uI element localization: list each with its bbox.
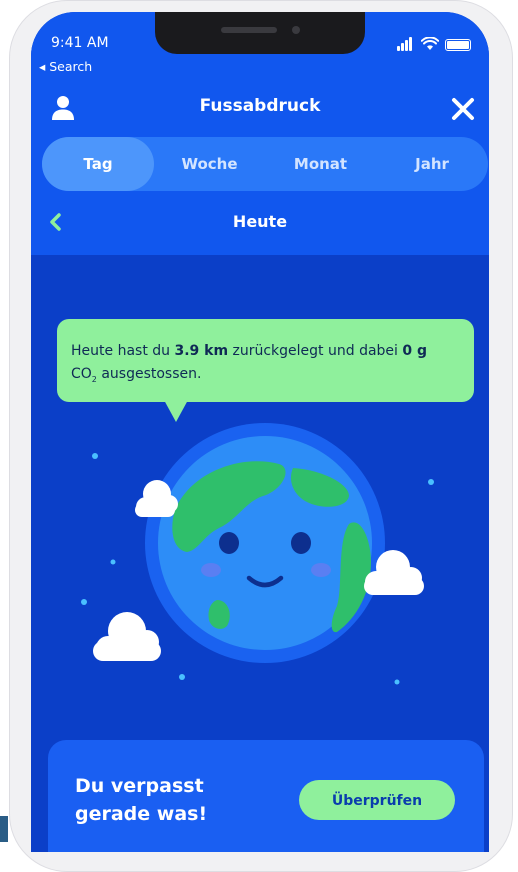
- earth-illustration: [81, 423, 434, 685]
- star-dot: [428, 479, 434, 485]
- star-dot: [179, 674, 185, 680]
- period-tabs: Tag Woche Monat Jahr: [42, 137, 488, 191]
- phone-screen: 9:41 AM ◂ Search Fussabdruck Tag Woche M…: [31, 12, 489, 852]
- cloud: [93, 612, 161, 661]
- wifi-icon: [421, 37, 439, 50]
- close-icon[interactable]: [451, 97, 475, 121]
- star-dot: [81, 599, 87, 605]
- status-icons: [387, 37, 475, 53]
- promo-card: Du verpasst gerade was! Überprüfen: [48, 740, 484, 852]
- phone-notch: [155, 12, 365, 54]
- summary-suffix: ausgestossen.: [96, 366, 202, 382]
- distance-value: 3.9 km: [174, 343, 229, 359]
- page-title: Fussabdruck: [199, 96, 321, 116]
- check-button[interactable]: Überprüfen: [299, 780, 455, 820]
- summary-prefix: Heute hast du: [71, 343, 175, 359]
- date-title: Heute: [232, 212, 288, 231]
- tab-jahr[interactable]: Jahr: [376, 137, 488, 191]
- tab-tag[interactable]: Tag: [42, 137, 154, 191]
- earth-eye: [219, 532, 239, 554]
- co2-label: CO: [71, 366, 92, 382]
- earth-eye: [291, 532, 311, 554]
- signal-icon: [397, 37, 415, 51]
- star-dot: [92, 453, 98, 459]
- star-dot: [110, 559, 116, 565]
- battery-icon: [445, 39, 471, 51]
- earth-cheek: [201, 563, 221, 577]
- status-time: 9:41 AM: [51, 35, 109, 51]
- tab-woche[interactable]: Woche: [154, 137, 265, 191]
- status-back-link[interactable]: ◂ Search: [39, 59, 92, 74]
- star-dot: [394, 679, 400, 685]
- speaker-grille: [221, 27, 277, 33]
- edge-marker: [0, 816, 8, 842]
- summary-bubble: Heute hast du 3.9 km zurückgelegt und da…: [57, 319, 474, 422]
- co2-amount: 0 g: [402, 343, 428, 359]
- promo-text: Du verpasst gerade was!: [75, 775, 208, 825]
- tab-monat[interactable]: Monat: [265, 137, 376, 191]
- summary-text: Heute hast du 3.9 km zurückgelegt und da…: [71, 340, 466, 391]
- summary-middle: zurückgelegt und dabei: [228, 343, 403, 359]
- front-camera: [292, 26, 300, 34]
- earth-cheek: [311, 563, 331, 577]
